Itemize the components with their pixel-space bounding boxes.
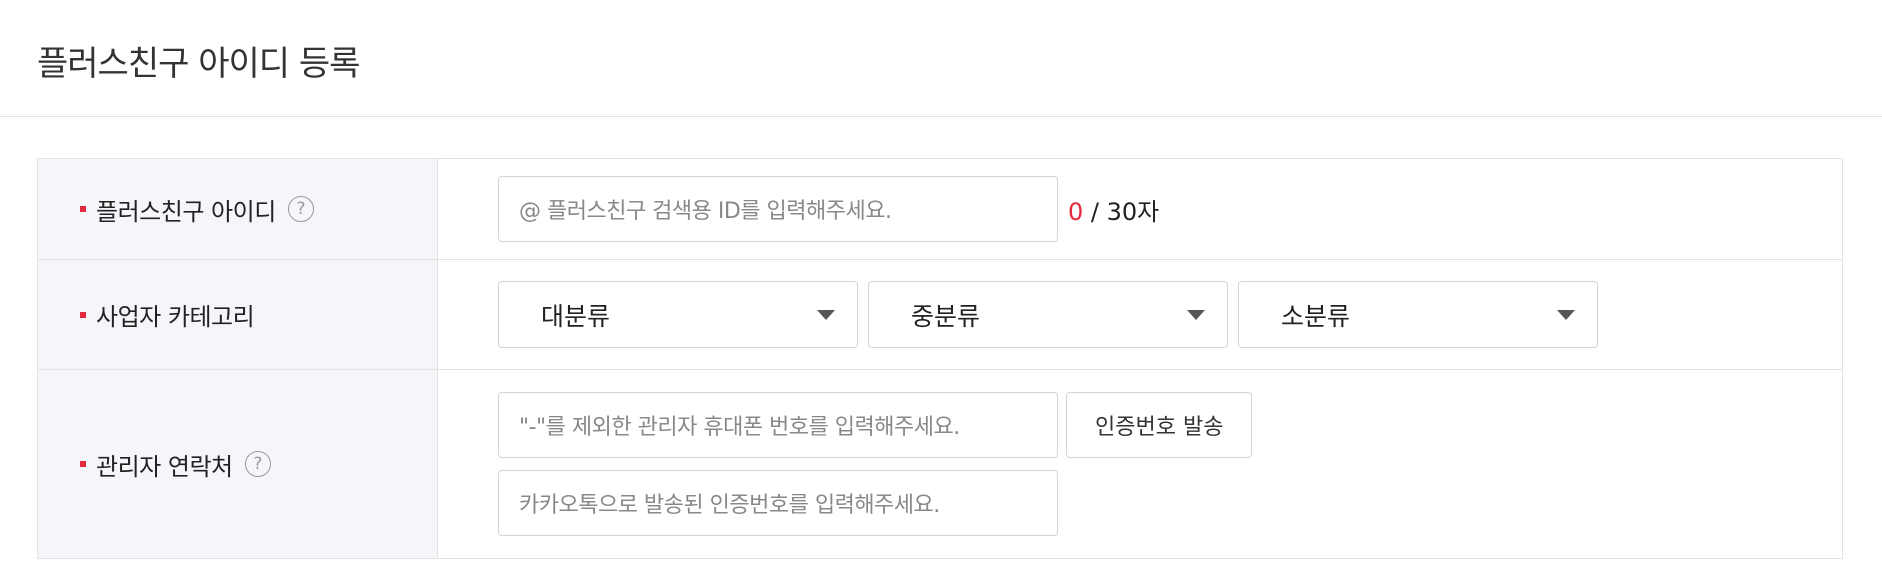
category-middle-value: 중분류	[911, 301, 981, 331]
title-divider	[0, 116, 1882, 117]
plusfriend-id-placeholder: @ 플러스친구 검색용 ID를 입력해주세요.	[519, 199, 892, 224]
send-code-button[interactable]: 인증번호 발송	[1066, 392, 1253, 458]
form-row-plusfriend-id: 플러스친구 아이디 ? @ 플러스친구 검색용 ID를 입력해주세요. 0 / …	[38, 159, 1842, 260]
row-body: "-"를 제외한 관리자 휴대폰 번호를 입력해주세요. 인증번호 발송 카카오…	[438, 370, 1842, 558]
verification-code-input[interactable]: 카카오톡으로 발송된 인증번호를 입력해주세요.	[498, 470, 1058, 536]
help-icon[interactable]: ?	[287, 196, 314, 222]
chevron-down-icon	[1187, 309, 1205, 320]
char-count-max: / 30자	[1083, 197, 1160, 226]
category-major-value: 대분류	[541, 301, 611, 331]
plusfriend-id-label: 플러스친구 아이디	[96, 197, 276, 226]
page-title: 플러스친구 아이디 등록	[37, 44, 360, 84]
row-header: 플러스친구 아이디 ?	[38, 159, 438, 259]
required-mark	[80, 461, 86, 467]
category-middle-select[interactable]: 중분류	[868, 281, 1228, 348]
phone-placeholder: "-"를 제외한 관리자 휴대폰 번호를 입력해주세요.	[519, 415, 960, 440]
plusfriend-id-input[interactable]: @ 플러스친구 검색용 ID를 입력해주세요.	[498, 176, 1058, 242]
verification-code-placeholder: 카카오톡으로 발송된 인증번호를 입력해주세요.	[519, 493, 940, 518]
category-minor-select[interactable]: 소분류	[1238, 281, 1598, 348]
chevron-down-icon	[1557, 309, 1575, 320]
page: 플러스친구 아이디 등록 플러스친구 아이디 ? @ 플러스친구 검색용 ID를…	[0, 0, 1882, 576]
category-minor-value: 소분류	[1281, 301, 1351, 331]
row-body: @ 플러스친구 검색용 ID를 입력해주세요. 0 / 30자	[438, 159, 1842, 259]
form-row-category: 사업자 카테고리 대분류 중분류 소분류	[38, 260, 1842, 370]
char-count-current: 0	[1068, 197, 1084, 226]
phone-line: "-"를 제외한 관리자 휴대폰 번호를 입력해주세요. 인증번호 발송	[498, 392, 1253, 458]
row-header: 사업자 카테고리	[38, 260, 438, 369]
category-label: 사업자 카테고리	[96, 303, 255, 331]
chevron-down-icon	[817, 309, 835, 320]
help-icon[interactable]: ?	[244, 451, 271, 477]
code-line: 카카오톡으로 발송된 인증번호를 입력해주세요.	[498, 470, 1252, 536]
contact-label: 관리자 연락처	[96, 452, 233, 481]
category-major-select[interactable]: 대분류	[498, 281, 858, 348]
required-mark	[80, 311, 86, 318]
required-mark	[80, 206, 86, 212]
row-header: 관리자 연락처 ?	[38, 370, 438, 558]
row-body: 대분류 중분류 소분류	[438, 260, 1842, 369]
registration-form: 플러스친구 아이디 ? @ 플러스친구 검색용 ID를 입력해주세요. 0 / …	[37, 158, 1843, 559]
char-counter: 0 / 30자	[1068, 192, 1159, 227]
phone-input[interactable]: "-"를 제외한 관리자 휴대폰 번호를 입력해주세요.	[498, 392, 1058, 458]
form-row-contact: 관리자 연락처 ? "-"를 제외한 관리자 휴대폰 번호를 입력해주세요. 인…	[38, 370, 1842, 558]
contact-fields: "-"를 제외한 관리자 휴대폰 번호를 입력해주세요. 인증번호 발송 카카오…	[498, 392, 1253, 536]
